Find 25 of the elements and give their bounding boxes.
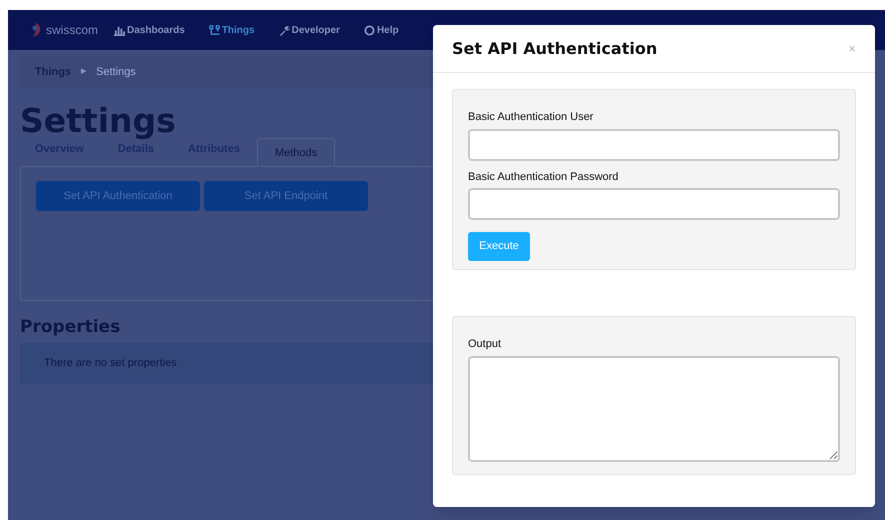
nav-link[interactable]: Things [208, 22, 255, 38]
network-icon [208, 24, 220, 36]
logo-icon [30, 22, 43, 38]
section-title: Properties [20, 316, 122, 339]
method-button[interactable]: Set API Endpoint [204, 181, 368, 211]
execute-button[interactable]: Execute [468, 232, 530, 261]
close-button[interactable]: × [848, 42, 856, 55]
text-input[interactable] [468, 128, 840, 160]
field-label: Output [468, 337, 502, 352]
nav-link[interactable]: Help [364, 22, 399, 38]
brand-name[interactable]: swisscom [46, 21, 98, 39]
wrench-icon [278, 24, 290, 36]
nav-link[interactable]: Developer [278, 22, 340, 38]
breadcrumb-link[interactable]: Settings [96, 64, 136, 80]
method-button[interactable]: Set API Authentication [36, 181, 200, 211]
text-input[interactable] [468, 188, 840, 220]
output-textarea[interactable] [468, 356, 840, 462]
field-label: Basic Authentication User [468, 110, 594, 125]
modal-title: Set API Authentication [452, 38, 658, 60]
tab[interactable]: Methods [256, 138, 336, 166]
lifebuoy-icon [364, 24, 375, 36]
bar-chart-icon [114, 24, 126, 36]
page-title: Settings [20, 104, 176, 138]
field-label: Basic Authentication Password [468, 170, 620, 184]
nav-link[interactable]: Dashboards [114, 22, 185, 38]
